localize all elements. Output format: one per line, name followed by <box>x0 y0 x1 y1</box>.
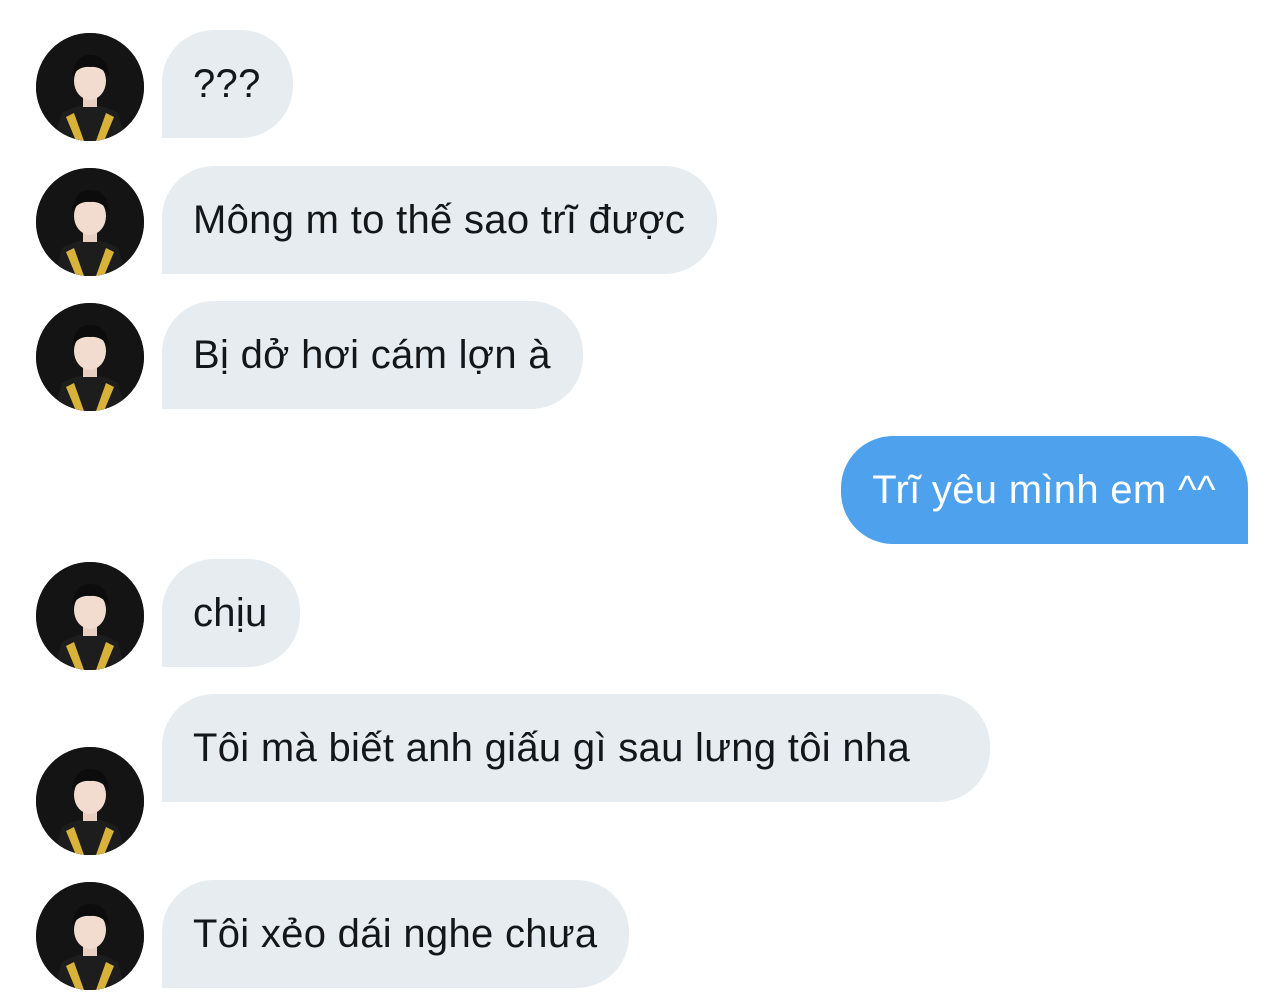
avatar[interactable] <box>36 303 144 411</box>
message-bubble-incoming[interactable]: Tôi xẻo dái nghe chưa <box>162 880 630 988</box>
message-bubble-incoming[interactable]: Tôi mà biết anh giấu gì sau lưng tôi nha <box>162 694 990 802</box>
message-bubble-outgoing[interactable]: Trĩ yêu mình em ^^ <box>841 436 1248 544</box>
message-bubble-incoming[interactable]: chịu <box>162 559 300 667</box>
avatar-photo-icon <box>36 33 144 141</box>
message-text: Trĩ yêu mình em ^^ <box>872 468 1216 512</box>
avatar-photo-icon <box>36 882 144 990</box>
avatar[interactable] <box>36 747 144 855</box>
avatar-photo-icon <box>36 303 144 411</box>
avatar-photo-icon <box>36 562 144 670</box>
message-text: Tôi xẻo dái nghe chưa <box>193 912 598 956</box>
avatar-photo-icon <box>36 747 144 855</box>
message-text: Tôi mà biết anh giấu gì sau lưng tôi nha <box>193 726 910 770</box>
message-bubble-incoming[interactable]: Bị dở hơi cám lợn à <box>162 301 583 409</box>
avatar-photo-icon <box>36 168 144 276</box>
message-text: chịu <box>193 591 268 635</box>
avatar[interactable] <box>36 882 144 990</box>
avatar[interactable] <box>36 33 144 141</box>
message-text: ??? <box>193 62 261 106</box>
avatar[interactable] <box>36 562 144 670</box>
message-text: Bị dở hơi cám lợn à <box>193 333 551 377</box>
avatar[interactable] <box>36 168 144 276</box>
message-bubble-incoming[interactable]: ??? <box>162 30 293 138</box>
message-text: Mông m to thế sao trĩ được <box>193 198 686 242</box>
message-bubble-incoming[interactable]: Mông m to thế sao trĩ được <box>162 166 718 274</box>
